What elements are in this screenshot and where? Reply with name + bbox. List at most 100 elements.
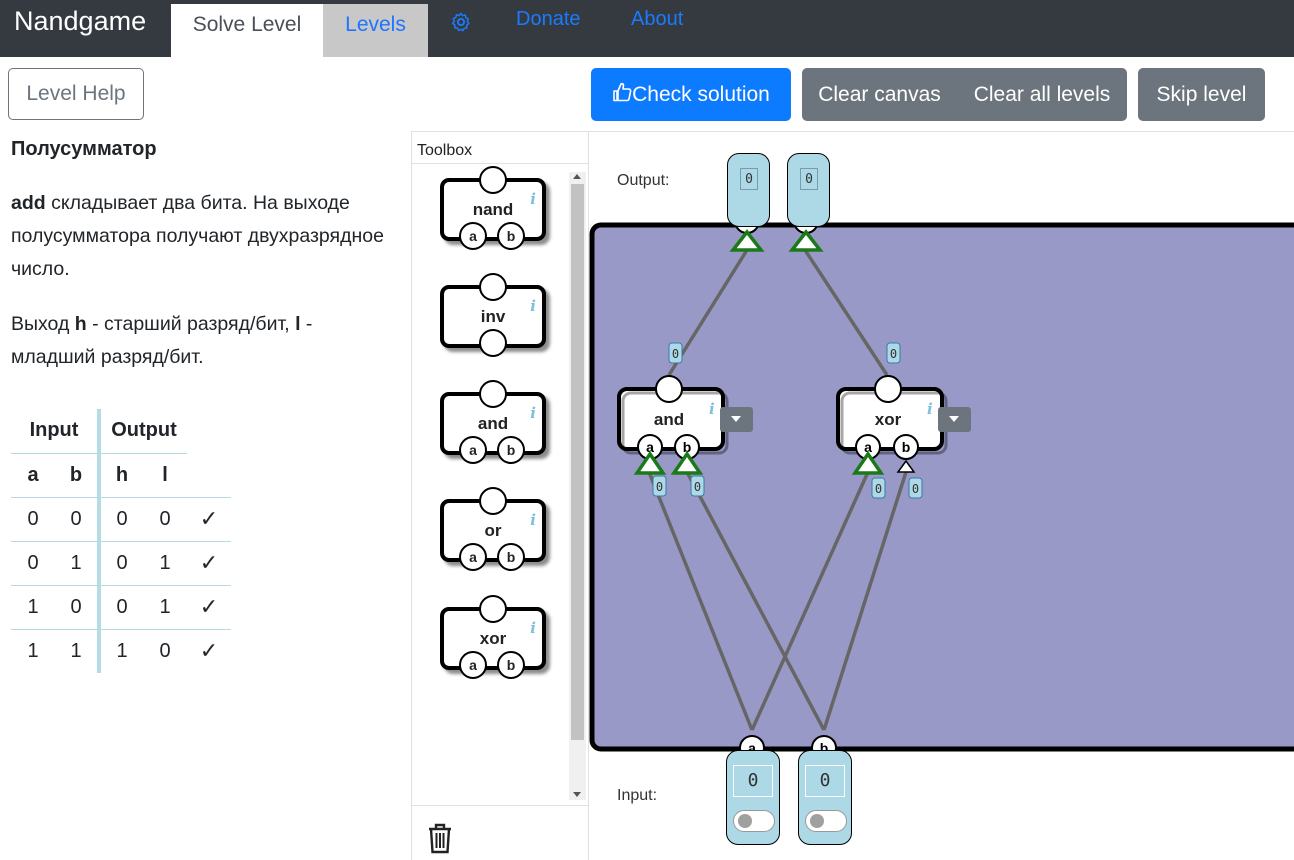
table-cell: 0 bbox=[11, 541, 55, 586]
table-cell: 0 bbox=[97, 541, 143, 586]
toolbox-item-inv[interactable]: inv i bbox=[440, 273, 546, 357]
table-cell: 1 bbox=[143, 585, 187, 630]
toolbox-item-xor[interactable]: xor i a b bbox=[440, 595, 546, 679]
scroll-down-icon[interactable] bbox=[573, 792, 581, 797]
input-label: Input: bbox=[617, 787, 658, 804]
output-l-value: 0 bbox=[800, 168, 818, 190]
toggle-knob bbox=[810, 814, 824, 828]
gate-name: and bbox=[654, 410, 684, 429]
input-a-toggle[interactable] bbox=[733, 810, 775, 832]
output-label: Output: bbox=[617, 172, 670, 189]
info-icon[interactable]: i bbox=[530, 190, 536, 208]
table-cell: 0 bbox=[97, 497, 143, 542]
output-pin[interactable] bbox=[479, 595, 507, 623]
info-icon[interactable]: i bbox=[927, 400, 933, 418]
input-b-toggle[interactable] bbox=[805, 810, 847, 832]
scrollbar-thumb[interactable] bbox=[571, 184, 584, 740]
skip-level-button[interactable]: Skip level bbox=[1138, 68, 1265, 121]
help-text-2b: - старший разряд/бит, bbox=[86, 313, 296, 335]
gate-xor-dropdown-button[interactable] bbox=[938, 407, 971, 432]
thumbs-up-icon bbox=[613, 82, 632, 102]
help-keyword-h: h bbox=[74, 313, 87, 335]
help-text-2a: Выход bbox=[11, 313, 75, 335]
toggle-knob bbox=[738, 814, 752, 828]
table-cell: 1 bbox=[27, 639, 39, 662]
clear-all-levels-button[interactable]: Clear all levels bbox=[957, 68, 1127, 121]
input-pin-b[interactable]: b bbox=[497, 651, 525, 679]
truth-table: Input Output a b h l 0 0 0 0 ✓ 0 1 0 1 ✓… bbox=[11, 409, 231, 673]
toolbox-item-and[interactable]: and i a b bbox=[440, 380, 546, 464]
tab-levels[interactable]: Levels bbox=[323, 4, 428, 57]
input-pin-a[interactable]: a bbox=[459, 543, 487, 571]
check-icon: ✓ bbox=[187, 497, 231, 542]
wire-value: 0 bbox=[890, 347, 897, 361]
table-header: b bbox=[55, 453, 99, 498]
scroll-up-icon[interactable] bbox=[573, 174, 581, 179]
info-icon[interactable]: i bbox=[530, 297, 536, 315]
table-group-output: Output bbox=[97, 409, 187, 454]
wire-value: 0 bbox=[875, 482, 882, 496]
table-cell: 0 bbox=[143, 497, 187, 542]
info-icon[interactable]: i bbox=[709, 400, 715, 418]
output-pin[interactable] bbox=[874, 375, 902, 403]
table-row: 0 1 0 1 ✓ bbox=[11, 541, 231, 586]
input-pin-a[interactable]: a bbox=[459, 436, 487, 464]
info-icon[interactable]: i bbox=[530, 404, 536, 422]
component-name: nand bbox=[472, 200, 514, 219]
check-solution-button[interactable]: Check solution bbox=[591, 68, 791, 121]
component-name: xor bbox=[479, 629, 507, 648]
table-row: 1 0 0 1 ✓ bbox=[11, 585, 231, 630]
info-icon[interactable]: i bbox=[530, 511, 536, 529]
input-pin-b[interactable]: b bbox=[497, 543, 525, 571]
output-pin[interactable] bbox=[479, 273, 507, 301]
gate-name: xor bbox=[875, 410, 902, 429]
gear-icon[interactable] bbox=[450, 11, 472, 33]
trash-icon[interactable] bbox=[426, 822, 454, 854]
output-pin[interactable] bbox=[655, 375, 683, 403]
output-pin[interactable] bbox=[479, 166, 507, 194]
wire-value: 0 bbox=[912, 482, 919, 496]
tab-solve-level[interactable]: Solve Level bbox=[171, 4, 323, 57]
table-cell: 0 bbox=[159, 639, 171, 662]
input-pin-b[interactable]: b bbox=[497, 436, 525, 464]
table-row: 1 1 1 0 ✓ bbox=[11, 629, 231, 673]
table-cell: 0 bbox=[55, 497, 99, 542]
help-keyword-add: add bbox=[11, 192, 46, 214]
clear-canvas-button[interactable]: Clear canvas bbox=[802, 68, 957, 121]
about-link[interactable]: About bbox=[631, 8, 683, 31]
toolbox-item-or[interactable]: or i a b bbox=[440, 487, 546, 571]
table-cell: 0 bbox=[55, 585, 99, 630]
check-icon: ✓ bbox=[187, 585, 231, 630]
input-pin-a[interactable]: a bbox=[459, 651, 487, 679]
input-pin[interactable] bbox=[479, 329, 507, 357]
table-cell: 1 bbox=[55, 541, 99, 586]
brand-title[interactable]: Nandgame bbox=[14, 6, 146, 37]
toolbox-scrollbar[interactable] bbox=[569, 172, 586, 800]
divider bbox=[412, 163, 588, 164]
table-cell: 0 bbox=[11, 497, 55, 542]
pin-label: b bbox=[902, 439, 911, 455]
output-pin[interactable] bbox=[479, 380, 507, 408]
help-text-1: складывает два бита. На выходе полусумма… bbox=[11, 192, 384, 280]
level-help-button[interactable]: Level Help bbox=[8, 68, 144, 120]
gate-and-dropdown-button[interactable] bbox=[720, 407, 753, 432]
donate-link[interactable]: Donate bbox=[516, 8, 581, 31]
toolbox-item-nand[interactable]: nand i a b bbox=[440, 166, 546, 250]
check-solution-label: Check solution bbox=[632, 83, 770, 106]
table-header: l bbox=[143, 453, 187, 498]
table-cell: 1 bbox=[70, 639, 82, 662]
level-title: Полусумматор bbox=[11, 138, 157, 160]
table-row: 0 0 0 0 ✓ bbox=[11, 497, 231, 542]
input-pin-a[interactable]: a bbox=[459, 222, 487, 250]
table-cell: 1 bbox=[143, 541, 187, 586]
toolbox-panel: Toolbox nand i a b inv i and i a b or i … bbox=[411, 131, 589, 860]
table-cell: 1 bbox=[11, 585, 55, 630]
table-cell: 1 bbox=[97, 629, 143, 673]
top-navbar: Nandgame Solve Level Levels Donate About bbox=[0, 0, 1294, 57]
input-pin-b[interactable]: b bbox=[497, 222, 525, 250]
circuit-canvas[interactable]: 0 0 0 0 0 0 and i a b xor i a b a b Outp… bbox=[589, 131, 1294, 860]
output-pin[interactable] bbox=[479, 487, 507, 515]
check-icon: ✓ bbox=[187, 541, 231, 586]
info-icon[interactable]: i bbox=[530, 619, 536, 637]
input-b-box: 0 bbox=[798, 750, 852, 845]
